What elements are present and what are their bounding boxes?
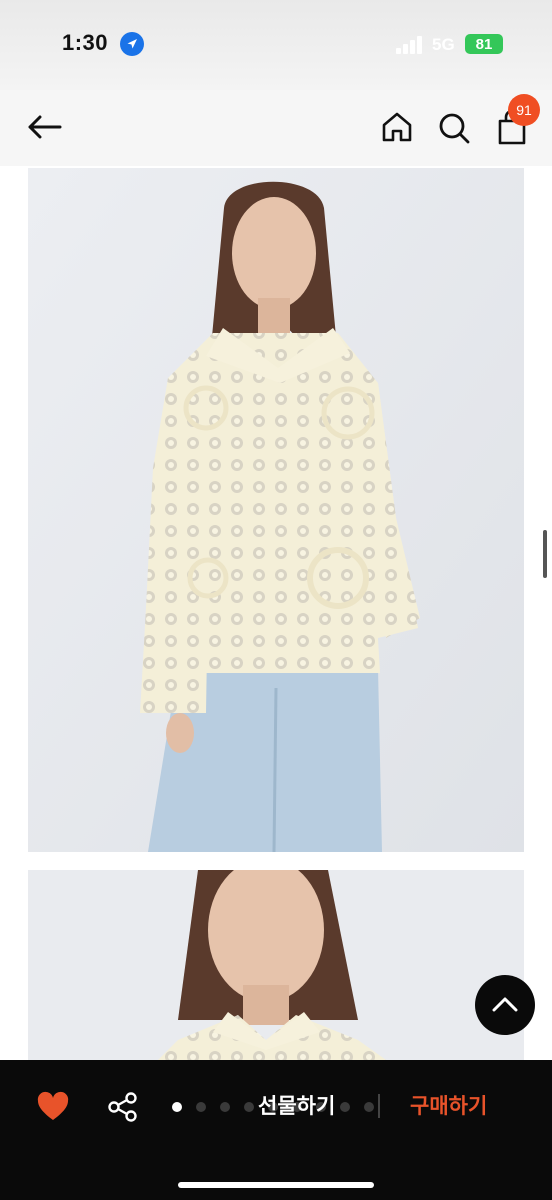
product-detail-screen: 1:30 5G 81 91 선물하기 구매하기 [0,0,552,1200]
chevron-up-icon [492,997,518,1012]
divider [378,1094,380,1118]
network-label: 5G [432,35,455,54]
heart-icon[interactable] [36,1090,70,1124]
scroll-to-top-button[interactable] [475,975,535,1035]
cart-count-badge: 91 [508,94,540,126]
buy-button[interactable]: 구매하기 [410,1090,487,1120]
carousel-dot [244,1102,254,1112]
search-icon[interactable] [434,108,474,148]
status-time: 1:30 [62,30,109,55]
location-arrow-icon [120,32,144,56]
carousel-dot [340,1102,350,1112]
product-image-main[interactable] [28,168,524,852]
signal-icon [396,36,424,54]
bottom-action-bar: 선물하기 구매하기 [0,1060,552,1200]
gift-button[interactable]: 선물하기 [258,1090,335,1120]
carousel-dot [220,1102,230,1112]
status-bar: 1:30 5G 81 [0,0,552,90]
carousel-dot [364,1102,374,1112]
top-nav [0,90,552,166]
home-indicator[interactable] [178,1182,374,1188]
scrollbar[interactable] [543,530,547,578]
back-arrow-icon[interactable] [22,104,68,150]
share-icon[interactable] [106,1090,140,1124]
battery-indicator: 81 [465,34,503,54]
home-icon[interactable] [378,108,416,146]
carousel-dot [196,1102,206,1112]
carousel-dot [172,1102,182,1112]
product-image-secondary[interactable] [28,870,524,1070]
